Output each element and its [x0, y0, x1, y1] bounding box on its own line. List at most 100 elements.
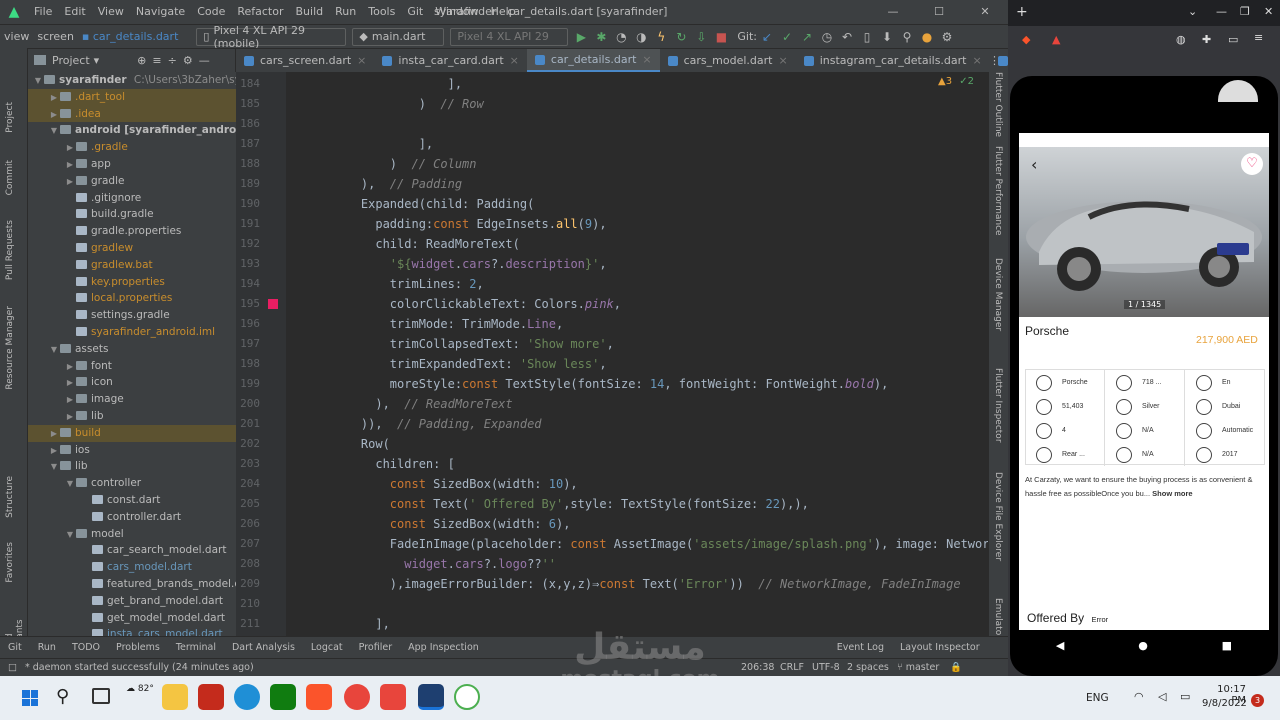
app-icon[interactable] [380, 684, 406, 710]
chevron-icon[interactable]: ▶ [64, 174, 76, 191]
settings-icon[interactable]: ⚙ [937, 30, 957, 44]
code-editor[interactable]: ▲3 ✓2 ], ) // Row ], ) // Column ), // P… [286, 72, 988, 636]
caret-position[interactable]: 206:38 [741, 662, 774, 673]
indent-setting[interactable]: 2 spaces [847, 662, 889, 673]
show-more-link[interactable]: Show more [1152, 489, 1192, 498]
tool-window-flutter-outline[interactable]: Flutter Outline [993, 72, 1003, 137]
task-view-icon[interactable] [92, 688, 110, 704]
tree-root[interactable]: ▼syarafinder C:\Users\3bZaher\syarafin [28, 72, 236, 89]
line-number[interactable]: 196 [236, 314, 260, 334]
hot-restart-icon[interactable]: ↻ [671, 30, 691, 44]
chevron-icon[interactable]: ▶ [64, 409, 76, 426]
sidebar-icon[interactable]: ▭ [1228, 33, 1238, 46]
breadcrumb-screen[interactable]: screen [33, 30, 78, 43]
xbox-icon[interactable] [270, 684, 296, 710]
code-line[interactable]: children: [ [332, 454, 454, 474]
edge-icon[interactable] [234, 684, 260, 710]
app-icon[interactable] [198, 684, 224, 710]
tool-window-favorites[interactable]: Favorites [5, 542, 15, 583]
weather-widget[interactable]: ☁ 82° [126, 684, 154, 694]
chevron-icon[interactable]: ▶ [48, 426, 60, 443]
close-button[interactable]: ✕ [962, 0, 1008, 24]
lock-icon[interactable]: 🔒 [950, 662, 962, 673]
code-line[interactable]: ], [332, 614, 389, 634]
menu-edit[interactable]: Edit [58, 0, 91, 24]
bottom-tool-profiler[interactable]: Profiler [359, 642, 392, 653]
tree-item[interactable]: ▶ build [28, 424, 236, 443]
line-number[interactable]: 203 [236, 454, 260, 474]
coverage-icon[interactable]: ◑ [631, 30, 651, 44]
git-push-icon[interactable]: ↗ [797, 30, 817, 44]
bottom-tool-event-log[interactable]: Event Log [837, 642, 884, 653]
tree-item[interactable]: ▼ model [28, 526, 236, 543]
git-update-icon[interactable]: ↙ [757, 30, 777, 44]
file-explorer-icon[interactable] [162, 684, 188, 710]
maximize-button[interactable]: ☐ [916, 0, 962, 24]
sdk-manager-icon[interactable]: ⬇ [877, 30, 897, 44]
menu-tools[interactable]: Tools [362, 0, 401, 24]
code-line[interactable]: trimExpandedText: 'Show less', [332, 354, 607, 374]
restore-icon[interactable]: ❐ [1240, 5, 1250, 18]
line-number[interactable]: 209 [236, 574, 260, 594]
tool-window-commit[interactable]: Commit [5, 160, 15, 195]
line-number[interactable]: 193 [236, 254, 260, 274]
tool-window-pull-requests[interactable]: Pull Requests [5, 220, 15, 280]
debug-icon[interactable]: ✱ [591, 30, 611, 44]
clock-date[interactable]: 9/8/2022 [1202, 698, 1247, 709]
tree-item[interactable]: cars_model.dart [28, 559, 236, 576]
code-line[interactable]: ) // Row [332, 94, 484, 114]
tree-item[interactable]: ▼ android [syarafinder_android] [28, 122, 236, 139]
menu-code[interactable]: Code [191, 0, 231, 24]
chevron-icon[interactable]: ▶ [64, 392, 76, 409]
line-number[interactable]: 206 [236, 514, 260, 534]
line-number[interactable]: 201 [236, 414, 260, 434]
collapse-all-icon[interactable]: ≡ [152, 54, 161, 67]
nav-home-button[interactable]: ● [1138, 639, 1148, 652]
code-line[interactable]: Expanded(child: Padding( [332, 194, 534, 214]
bottom-tool-logcat[interactable]: Logcat [311, 642, 343, 653]
bottom-tool-todo[interactable]: TODO [72, 642, 100, 653]
tree-item[interactable]: ▼ lib [28, 458, 236, 475]
device-manager-icon[interactable]: ▯ [857, 30, 877, 44]
line-number[interactable]: 192 [236, 234, 260, 254]
tree-item[interactable]: ▼ assets [28, 341, 236, 358]
wifi-icon[interactable]: ◠ [1134, 690, 1144, 703]
tool-window-structure[interactable]: Structure [5, 476, 15, 518]
tool-window-project[interactable]: Project [5, 102, 15, 133]
chevron-icon[interactable]: ▶ [64, 140, 76, 157]
tool-window-flutter-performance[interactable]: Flutter Performance [993, 146, 1003, 236]
status-panel-icon[interactable]: □ [8, 662, 17, 673]
line-number[interactable]: 190 [236, 194, 260, 214]
tree-item[interactable]: settings.gradle [28, 307, 236, 324]
tab-overflow-icon[interactable]: ⋮ [989, 49, 1000, 73]
tree-item[interactable]: ▼ controller [28, 475, 236, 492]
line-number[interactable]: 205 [236, 494, 260, 514]
chevron-icon[interactable]: ▼ [64, 476, 76, 493]
chevron-icon[interactable]: ▼ [48, 459, 60, 476]
file-encoding[interactable]: UTF-8 [812, 662, 840, 673]
heart-icon[interactable]: ♡ [1241, 153, 1263, 175]
run-config-selector[interactable]: ◆ main.dart [352, 27, 445, 46]
tree-item[interactable]: ▶ font [28, 358, 236, 375]
code-line[interactable]: trimCollapsedText: 'Show more', [332, 334, 614, 354]
line-number[interactable]: 198 [236, 354, 260, 374]
tree-item[interactable]: gradlew [28, 240, 236, 257]
tool-window-flutter-inspector[interactable]: Flutter Inspector [993, 368, 1003, 443]
close-tab-icon[interactable]: × [357, 49, 366, 73]
code-line[interactable]: trimMode: TrimMode.Line, [332, 314, 563, 334]
code-line[interactable]: trimLines: 2, [332, 274, 484, 294]
project-panel-title[interactable]: Project [52, 54, 90, 67]
tree-item[interactable]: ▶ image [28, 391, 236, 408]
menu-file[interactable]: File [28, 0, 58, 24]
close-icon[interactable]: ✕ [1264, 5, 1273, 18]
code-line[interactable]: padding:const EdgeInsets.all(9), [332, 214, 606, 234]
tree-item[interactable]: ▶ lib [28, 408, 236, 425]
app-icon[interactable] [344, 684, 370, 710]
tool-window-device-file-explorer[interactable]: Device File Explorer [993, 472, 1003, 561]
run-icon[interactable]: ▶ [571, 30, 591, 44]
tree-item[interactable]: insta_cars_model.dart [28, 626, 236, 636]
menu-run[interactable]: Run [329, 0, 362, 24]
code-line[interactable]: ), // Padding [332, 174, 462, 194]
tree-item[interactable]: ▶ .gradle [28, 139, 236, 156]
bottom-tool-terminal[interactable]: Terminal [176, 642, 216, 653]
